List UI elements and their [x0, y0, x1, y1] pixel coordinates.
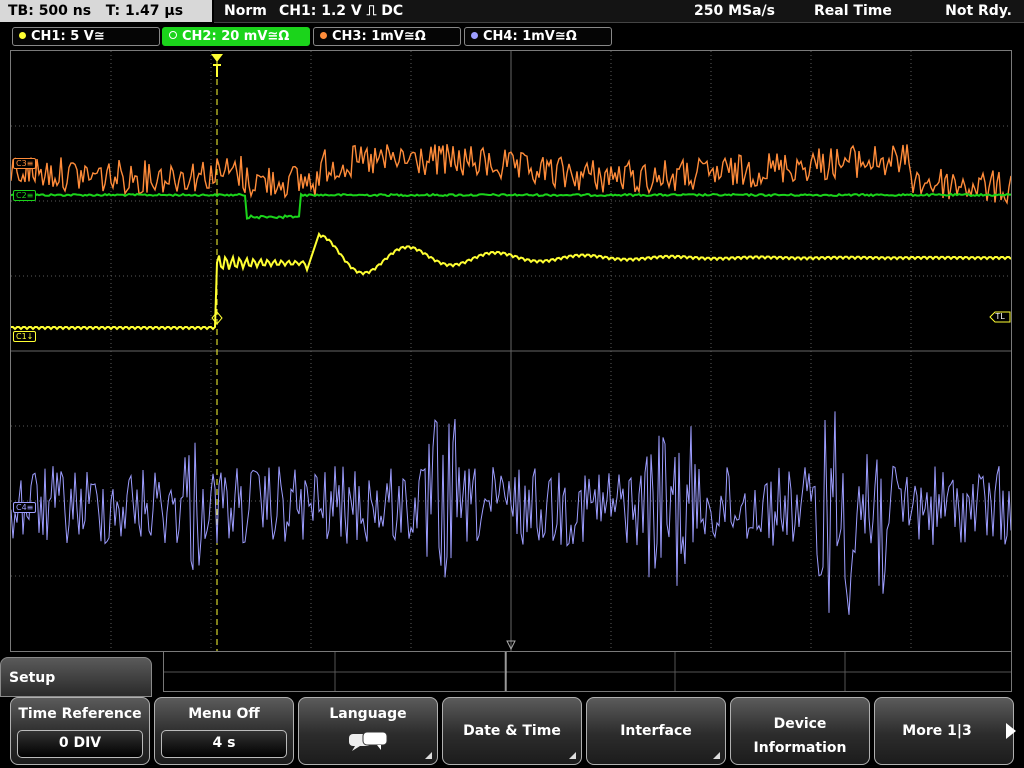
channel-tab-ch4[interactable]: CH4: 1mV≅Ω	[464, 27, 612, 46]
channel-label: CH3: 1mV≅Ω	[332, 29, 426, 44]
device-information-button[interactable]: Device Information	[730, 697, 870, 765]
sample-rate: 250 MSa/s	[694, 3, 776, 19]
ch1-ground-marker[interactable]: C1↓	[13, 331, 37, 342]
ch4-dot-icon	[471, 32, 478, 39]
trigger-mode[interactable]: Norm	[224, 0, 267, 22]
submenu-corner-icon	[425, 752, 432, 759]
trigger-setting[interactable]: CH1: 1.2 V ⎍ DC	[279, 0, 403, 22]
ch2-ground-marker[interactable]: C2≡	[13, 190, 37, 201]
graticule	[11, 51, 1011, 651]
time-reference-button[interactable]: Time Reference 0 DIV	[10, 697, 150, 765]
channel-tab-ch3[interactable]: CH3: 1mV≅Ω	[313, 27, 461, 46]
more-button[interactable]: More 1|3	[874, 697, 1014, 765]
timebase-readout[interactable]: TB: 500 ns T: 1.47 µs	[0, 0, 212, 22]
menu-off-button[interactable]: Menu Off 4 s	[154, 697, 294, 765]
softkey-label: Interface	[620, 723, 692, 739]
softkey-line-1: Device	[773, 716, 827, 732]
trigger-state: Not Rdy.	[945, 3, 1012, 19]
acquisition-mode[interactable]: Real Time	[814, 0, 892, 22]
softkey-label: Menu Off	[188, 706, 260, 722]
date-time-button[interactable]: Date & Time	[442, 697, 582, 765]
ch1-dot-icon	[19, 32, 26, 39]
submenu-corner-icon	[569, 752, 576, 759]
trigger-position-icon[interactable]	[210, 52, 224, 78]
channel-label: CH2: 20 mV≅Ω	[182, 29, 290, 44]
channel-bar: CH1: 5 V≅ CH2: 20 mV≅Ω CH3: 1mV≅Ω CH4: 1…	[0, 24, 1024, 48]
ch3-dot-icon	[320, 32, 327, 39]
waveform-display[interactable]	[11, 51, 1011, 651]
submenu-corner-icon	[713, 752, 720, 759]
menu-off-value: 4 s	[161, 730, 287, 758]
channel-tab-ch1[interactable]: CH1: 5 V≅	[12, 27, 160, 46]
interface-button[interactable]: Interface	[586, 697, 726, 765]
channel-tab-ch2[interactable]: CH2: 20 mV≅Ω	[162, 27, 310, 46]
ch4-ground-marker[interactable]: C4≡	[13, 502, 37, 513]
softkey-label: Date & Time	[463, 723, 561, 739]
ch2-dot-icon	[169, 31, 177, 39]
softkey-line-2: Information	[753, 740, 847, 756]
menu-title: Setup	[0, 657, 152, 697]
status-bar: Norm CH1: 1.2 V ⎍ DC 250 MSa/s Real Time…	[214, 0, 1024, 23]
softkey-label: Time Reference	[18, 706, 142, 722]
trigger-level-marker[interactable]: TL	[989, 311, 1011, 323]
speech-bubbles-icon	[349, 731, 388, 751]
language-button[interactable]: Language	[298, 697, 438, 765]
ch3-ground-marker[interactable]: C3≡	[13, 158, 37, 169]
trigger-level-label: TL	[995, 312, 1005, 321]
softkey-label: Device Information	[731, 712, 869, 760]
zoom-overview-strip[interactable]	[163, 652, 1012, 692]
softkey-label: More 1|3	[902, 723, 972, 739]
softkey-label: Language	[329, 706, 407, 722]
channel-label: CH4: 1mV≅Ω	[483, 29, 577, 44]
channel-label: CH1: 5 V≅	[31, 29, 105, 44]
time-reference-value: 0 DIV	[17, 730, 143, 758]
triangle-right-icon[interactable]	[1002, 718, 1024, 744]
